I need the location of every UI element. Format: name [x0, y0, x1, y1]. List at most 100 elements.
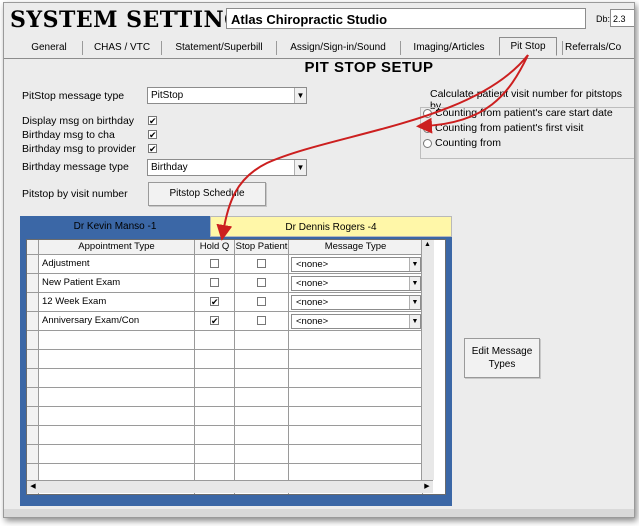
tab-referrals[interactable]: Referrals/Co [565, 39, 634, 57]
message-type-value: <none> [296, 278, 329, 289]
horizontal-scrollbar[interactable]: ◀ ▶ [27, 480, 433, 493]
table-row-type: Anniversary Exam/Con [39, 312, 195, 331]
display-birthday-checkbox[interactable]: ✔ [148, 116, 157, 126]
stop-patient-checkbox[interactable] [257, 259, 266, 268]
clinic-name-field[interactable]: Atlas Chiropractic Studio [226, 8, 586, 29]
empty-cell [289, 350, 423, 369]
hold-q-checkbox[interactable]: ✔ [210, 297, 219, 307]
empty-cell [289, 388, 423, 407]
radio-first-visit-label: Counting from patient's first visit [435, 122, 584, 134]
tab-imaging-articles[interactable]: Imaging/Articles [402, 39, 496, 57]
message-type-select[interactable]: PitStop ▼ [147, 87, 307, 104]
empty-cell [195, 369, 235, 388]
tab-statement-superbill[interactable]: Statement/Superbill [164, 39, 274, 57]
empty-cell [195, 388, 235, 407]
hold-q-cell: ✔ [195, 312, 235, 331]
tab-divider [562, 41, 563, 55]
tab-pit-stop[interactable]: Pit Stop [499, 37, 557, 56]
doctor-tab-manso[interactable]: Dr Kevin Manso -1 [20, 216, 210, 237]
radio-counting-from-label: Counting from [435, 137, 501, 149]
birthday-provider-checkbox[interactable]: ✔ [148, 144, 157, 154]
scroll-right-icon[interactable]: ▶ [422, 482, 432, 492]
empty-cell [235, 350, 289, 369]
chevron-down-icon: ▼ [294, 88, 306, 103]
hold-q-cell [195, 255, 235, 274]
message-type-value: <none> [296, 259, 329, 270]
birthday-message-type-select[interactable]: Birthday ▼ [147, 159, 307, 176]
row-selector[interactable] [27, 255, 39, 274]
stop-patient-cell [235, 293, 289, 312]
hold-q-checkbox[interactable] [210, 259, 219, 268]
table-row-type: New Patient Exam [39, 274, 195, 293]
stop-patient-checkbox[interactable] [257, 297, 266, 306]
section-title: PIT STOP SETUP [304, 59, 434, 76]
chevron-down-icon: ▼ [294, 160, 306, 175]
stop-patient-cell [235, 274, 289, 293]
col-hold-q: Hold Q [195, 240, 235, 255]
message-type-select[interactable]: <none> ▼ [291, 257, 421, 272]
row-selector[interactable] [27, 388, 39, 407]
empty-cell [195, 350, 235, 369]
stop-patient-checkbox[interactable] [257, 278, 266, 287]
row-selector[interactable] [27, 312, 39, 331]
table-row-type: Adjustment [39, 255, 195, 274]
stop-patient-checkbox[interactable] [257, 316, 266, 325]
tab-divider [400, 41, 401, 55]
db-label: Db: [596, 14, 611, 24]
visit-number-label: Pitstop by visit number [22, 188, 128, 200]
scroll-up-icon[interactable]: ▲ [423, 241, 432, 251]
edit-message-types-button[interactable]: Edit Message Types [464, 338, 540, 378]
empty-cell [289, 331, 423, 350]
empty-cell [289, 426, 423, 445]
radio-counting-from[interactable] [423, 139, 432, 148]
empty-cell [195, 445, 235, 464]
row-selector[interactable] [27, 407, 39, 426]
message-type-value: <none> [296, 297, 329, 308]
message-type-label: PitStop message type [22, 90, 125, 102]
chevron-down-icon: ▼ [409, 296, 420, 309]
doctor-tab-rogers[interactable]: Dr Dennis Rogers -4 [210, 216, 452, 237]
row-selector[interactable] [27, 369, 39, 388]
empty-cell [235, 445, 289, 464]
tab-general[interactable]: General [18, 39, 80, 57]
message-type-cell: <none> ▼ [289, 274, 423, 293]
hold-q-checkbox[interactable]: ✔ [210, 316, 219, 326]
message-type-value: <none> [296, 316, 329, 327]
row-selector[interactable] [27, 331, 39, 350]
pitstop-schedule-button[interactable]: Pitstop Schedule [148, 182, 266, 206]
tab-assign-signin-sound[interactable]: Assign/Sign-in/Sound [278, 39, 398, 57]
hold-q-checkbox[interactable] [210, 278, 219, 287]
stop-patient-cell [235, 312, 289, 331]
vertical-scrollbar[interactable]: ▲ [421, 240, 434, 480]
chevron-down-icon: ▼ [409, 277, 420, 290]
message-type-select[interactable]: <none> ▼ [291, 276, 421, 291]
empty-cell [39, 407, 195, 426]
message-type-cell: <none> ▼ [289, 312, 423, 331]
empty-cell [39, 426, 195, 445]
row-selector[interactable] [27, 293, 39, 312]
empty-cell [289, 407, 423, 426]
message-type-select[interactable]: <none> ▼ [291, 295, 421, 310]
table-row-type: 12 Week Exam [39, 293, 195, 312]
row-selector[interactable] [27, 445, 39, 464]
col-stop-patient: Stop Patient [235, 240, 289, 255]
hold-q-cell: ✔ [195, 293, 235, 312]
row-selector[interactable] [27, 274, 39, 293]
row-selector[interactable] [27, 426, 39, 445]
empty-cell [235, 426, 289, 445]
radio-care-start[interactable] [423, 109, 432, 118]
radio-first-visit[interactable] [423, 124, 432, 133]
appointment-grid: Appointment Type Hold Q Stop Patient Mes… [26, 239, 446, 495]
birthday-cha-checkbox[interactable]: ✔ [148, 130, 157, 140]
radio-care-start-label: Counting from patient's care start date [435, 107, 613, 119]
window-bottom-strip [4, 509, 634, 517]
tab-divider [82, 41, 83, 55]
tab-chas-vtc[interactable]: CHAS / VTC [86, 39, 158, 57]
empty-cell [235, 407, 289, 426]
scroll-left-icon[interactable]: ◀ [28, 482, 38, 492]
row-selector[interactable] [27, 350, 39, 369]
col-appointment-type: Appointment Type [39, 240, 195, 255]
chevron-down-icon: ▼ [409, 315, 420, 328]
message-type-select[interactable]: <none> ▼ [291, 314, 421, 329]
empty-cell [39, 369, 195, 388]
